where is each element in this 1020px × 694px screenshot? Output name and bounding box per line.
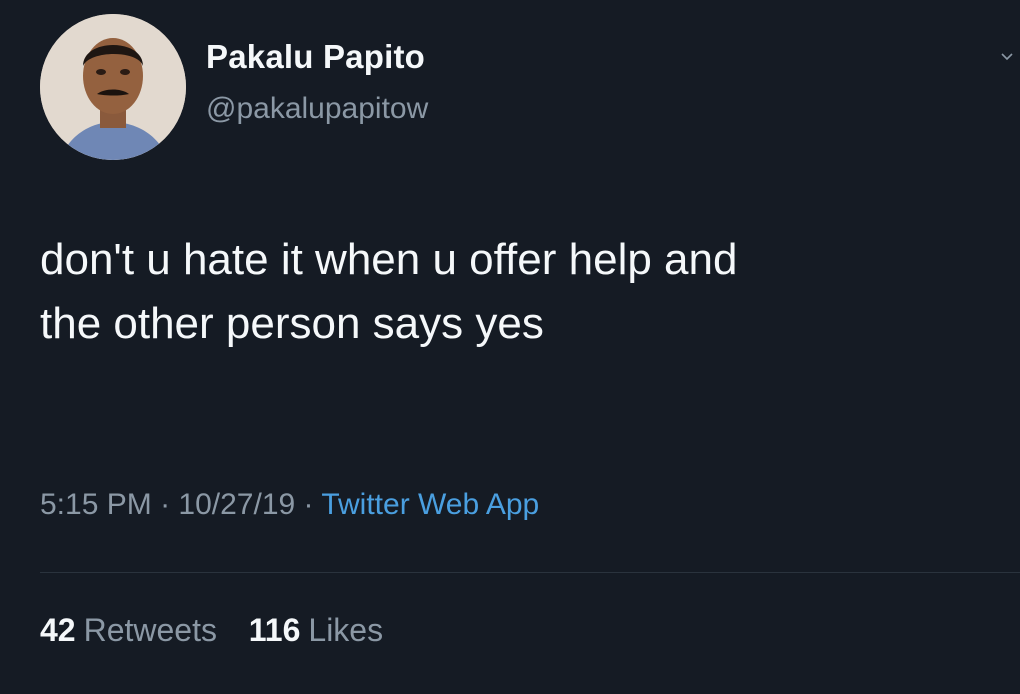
avatar-photo (40, 14, 186, 160)
meta-separator: · (160, 488, 171, 521)
tweet-meta: 5:15 PM · 10/27/19 · Twitter Web App (40, 488, 539, 522)
chevron-down-icon[interactable] (1000, 50, 1014, 64)
meta-separator: · (303, 488, 314, 521)
tweet-text: don't u hate it when u offer help and th… (40, 228, 1000, 356)
likes-count: 116 (248, 612, 301, 648)
divider (40, 572, 1020, 573)
tweet-text-line: don't u hate it when u offer help and (40, 235, 738, 284)
tweet-date[interactable]: 10/27/19 (178, 488, 295, 521)
retweets-stat[interactable]: 42 Retweets (40, 612, 226, 648)
avatar[interactable] (40, 14, 186, 160)
author-name[interactable]: Pakalu Papito (206, 38, 425, 76)
retweets-label: Retweets (83, 612, 217, 648)
tweet-card: Pakalu Papito @pakalupapitow don't u hat… (0, 0, 1020, 694)
tweet-stats: 42 Retweets 116 Likes (40, 612, 383, 649)
author-handle[interactable]: @pakalupapitow (206, 92, 428, 126)
tweet-text-line: the other person says yes (40, 299, 544, 348)
tweet-source-link[interactable]: Twitter Web App (321, 488, 539, 521)
retweets-count: 42 (40, 612, 76, 648)
likes-label: Likes (308, 612, 384, 648)
tweet-time[interactable]: 5:15 PM (40, 488, 152, 521)
likes-stat[interactable]: 116 Likes (249, 612, 383, 648)
